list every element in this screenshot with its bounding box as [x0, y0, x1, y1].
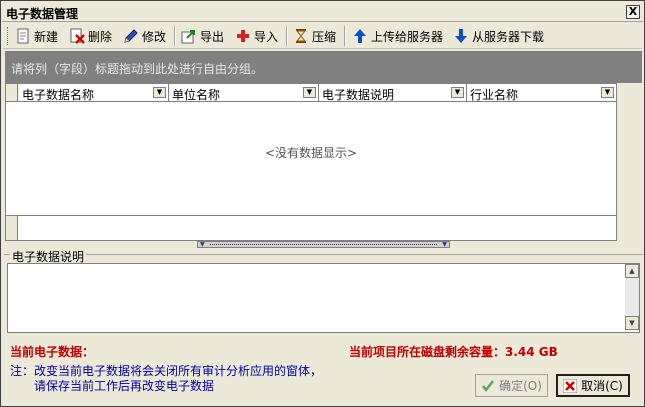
arrow-up-icon [354, 29, 366, 43]
column-filter-dropdown[interactable]: ▼ [303, 87, 316, 98]
hourglass-icon [295, 29, 307, 43]
pencil-icon [124, 29, 138, 43]
column-header-label: 单位名称 [172, 88, 221, 102]
upload-label: 上传给服务器 [371, 29, 444, 44]
grid-empty-message: <没有数据显示> [264, 146, 358, 160]
scroll-up-button[interactable]: ▲ [625, 264, 639, 278]
cancel-label: 取消(C) [581, 379, 623, 393]
delete-icon [70, 28, 85, 44]
arrow-down-icon [455, 29, 467, 43]
column-header[interactable]: 行业名称 ▼ [467, 84, 616, 102]
edit-button[interactable]: 修改 [123, 26, 166, 46]
toolbar-separator [344, 26, 346, 46]
new-icon [17, 28, 29, 44]
grid-right-margin [618, 83, 642, 241]
column-filter-dropdown[interactable]: ▼ [601, 87, 614, 98]
edit-label: 修改 [142, 29, 167, 44]
upload-button[interactable]: 上传给服务器 [352, 26, 443, 46]
column-filter-dropdown[interactable]: ▼ [451, 87, 464, 98]
title-bar[interactable]: 电子数据管理 X [2, 2, 643, 22]
group-by-panel[interactable]: 请将列（字段）标题拖动到此处进行自由分组。 [5, 51, 642, 83]
note-line-2: 请保存当前工作后再改变电子数据 [34, 379, 215, 393]
description-group: 电子数据说明 ▲ ▼ [4, 248, 643, 334]
toolbar-separator [174, 26, 176, 46]
toolbar-grip[interactable] [7, 27, 10, 45]
disk-space-label: 当前项目所在磁盘剩余容量：3.44 GB [349, 345, 558, 359]
download-button[interactable]: 从服务器下载 [453, 26, 544, 46]
plus-icon [237, 30, 249, 42]
toolbar: 新建 删除 修改 导出 导入 压缩 上传给服务器 从服务器下载 [3, 23, 642, 49]
column-filter-dropdown[interactable]: ▼ [153, 87, 166, 98]
export-label: 导出 [200, 29, 225, 44]
cancel-button[interactable]: 取消(C) [556, 374, 630, 397]
download-label: 从服务器下载 [472, 29, 545, 44]
splitter-handle[interactable]: ▼ ▼ [197, 241, 450, 248]
column-header[interactable]: 电子数据说明 ▼ [319, 84, 467, 102]
column-header-label: 电子数据说明 [322, 88, 395, 102]
grid-header: 电子数据名称 ▼ 单位名称 ▼ 电子数据说明 ▼ 行业名称 ▼ [6, 84, 616, 102]
column-header-label: 电子数据名称 [22, 88, 95, 102]
current-data-label: 当前电子数据： [10, 345, 95, 359]
import-button[interactable]: 导入 [235, 26, 278, 46]
new-label: 新建 [34, 29, 59, 44]
column-header[interactable]: 单位名称 ▼ [169, 84, 319, 102]
compress-button[interactable]: 压缩 [293, 26, 336, 46]
data-management-window: 电子数据管理 X 新建 删除 修改 导出 导入 压缩 上传给服务器 从服务器下载… [0, 0, 645, 407]
splitter-down-arrow-icon: ▼ [442, 241, 447, 248]
export-button[interactable]: 导出 [181, 26, 224, 46]
checkmark-icon [482, 379, 495, 392]
import-label: 导入 [254, 29, 279, 44]
description-scrollbar[interactable]: ▲ ▼ [625, 264, 639, 330]
toolbar-separator [286, 26, 288, 46]
group-by-hint: 请将列（字段）标题拖动到此处进行自由分组。 [11, 62, 264, 76]
footer-cell [19, 216, 616, 240]
column-header-label: 行业名称 [470, 88, 519, 102]
delete-label: 删除 [88, 29, 113, 44]
new-button[interactable]: 新建 [15, 26, 58, 46]
footer-indicator [6, 216, 18, 240]
close-button[interactable]: X [626, 5, 640, 19]
column-header[interactable]: 电子数据名称 ▼ [19, 84, 169, 102]
export-icon [181, 30, 195, 44]
description-textarea[interactable] [7, 263, 640, 333]
window-title: 电子数据管理 [6, 7, 79, 21]
row-indicator-header [6, 84, 18, 101]
ok-button[interactable]: 确定(O) [475, 374, 548, 397]
compress-label: 压缩 [312, 29, 337, 44]
delete-button[interactable]: 删除 [69, 26, 112, 46]
grid-footer-row [6, 215, 616, 240]
ok-label: 确定(O) [499, 379, 542, 393]
data-grid[interactable]: 电子数据名称 ▼ 单位名称 ▼ 电子数据说明 ▼ 行业名称 ▼ <没有数据显示> [5, 83, 617, 241]
splitter-grip [210, 244, 437, 245]
cancel-x-icon [563, 378, 578, 393]
scroll-down-button[interactable]: ▼ [625, 316, 639, 330]
splitter-down-arrow-icon: ▼ [200, 241, 205, 248]
